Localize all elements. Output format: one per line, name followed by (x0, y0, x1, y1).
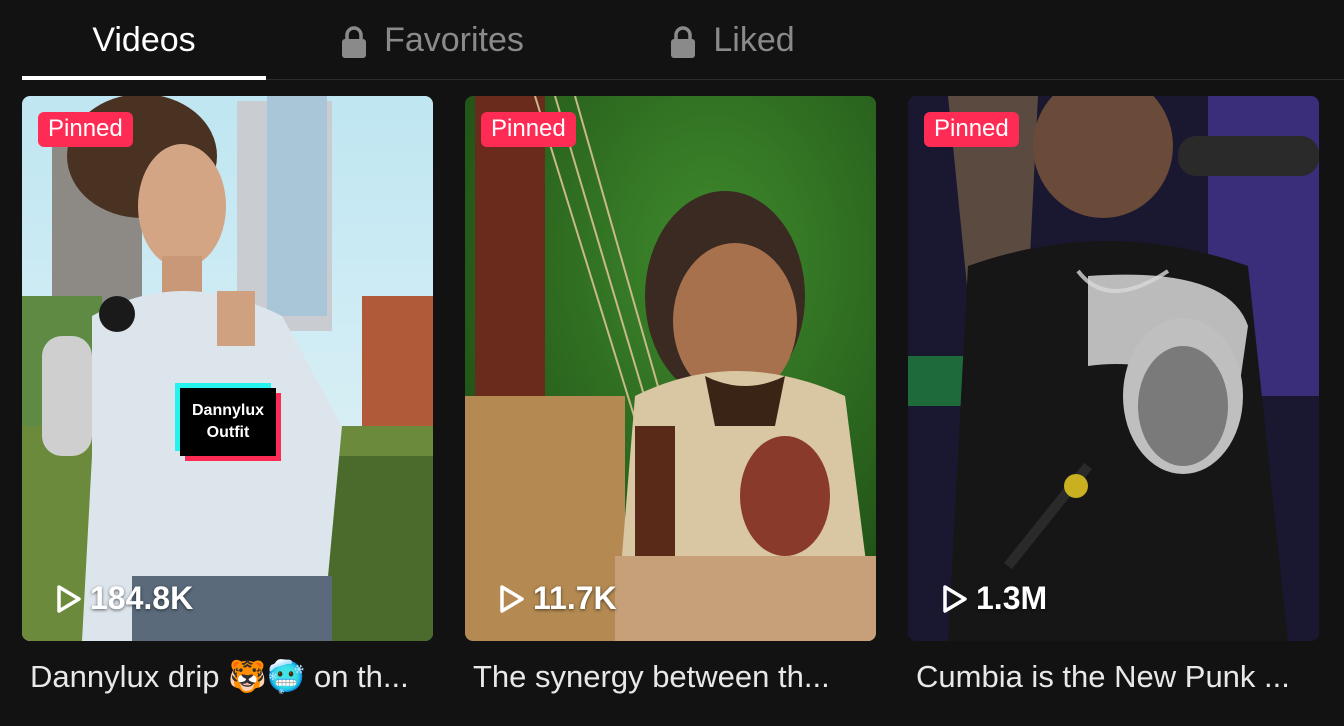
active-tab-indicator (22, 76, 266, 80)
video-thumbnail-image (465, 96, 876, 641)
video-caption[interactable]: Dannylux drip 🐯🥶 on th... (22, 657, 433, 697)
pinned-badge: Pinned (38, 112, 133, 147)
tab-videos-label: Videos (92, 20, 196, 59)
tab-liked[interactable]: Liked (652, 0, 812, 80)
video-thumbnail[interactable]: Pinned 11.7K (465, 96, 876, 641)
play-icon (57, 584, 81, 613)
play-count-value: 184.8K (90, 580, 194, 616)
profile-tabs: Videos Favorites Liked (22, 0, 1344, 80)
play-icon (500, 584, 524, 613)
video-text-overlay: Dannylux Outfit (180, 388, 276, 456)
tab-liked-label: Liked (713, 20, 795, 59)
video-thumbnail[interactable]: Pinned 1.3M (908, 96, 1319, 641)
video-thumbnail[interactable]: Dannylux Outfit Pinned 184.8K (22, 96, 433, 641)
video-card[interactable]: Pinned 11.7K The synergy between th... (465, 96, 876, 697)
tab-favorites-label: Favorites (384, 20, 524, 59)
video-card[interactable]: Dannylux Outfit Pinned 184.8K Dannylux d… (22, 96, 433, 697)
tab-videos[interactable]: Videos (22, 0, 266, 80)
lock-icon (342, 26, 367, 58)
video-thumbnail-image (22, 96, 433, 641)
tab-favorites[interactable]: Favorites (322, 0, 542, 80)
play-count: 1.3M (942, 580, 1047, 617)
play-count: 184.8K (56, 580, 193, 617)
pinned-badge: Pinned (924, 112, 1019, 147)
pinned-badge: Pinned (481, 112, 576, 147)
video-thumbnail-image (908, 96, 1319, 641)
play-count: 11.7K (499, 580, 617, 617)
play-count-value: 11.7K (533, 580, 617, 616)
video-card[interactable]: Pinned 1.3M Cumbia is the New Punk ... (908, 96, 1319, 697)
lock-icon (671, 26, 696, 58)
play-count-value: 1.3M (976, 580, 1048, 616)
video-caption[interactable]: The synergy between th... (465, 657, 876, 697)
play-icon (943, 584, 967, 613)
video-caption[interactable]: Cumbia is the New Punk ... (908, 657, 1319, 697)
